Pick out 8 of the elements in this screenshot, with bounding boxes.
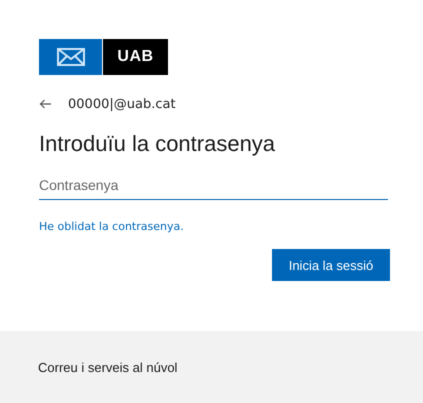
account-email: 00000|@uab.cat [68, 96, 176, 112]
footer-text: Correu i serveis al núvol [38, 360, 178, 374]
back-arrow-icon[interactable] [39, 99, 52, 109]
uab-logo: UAB [103, 39, 168, 75]
envelope-icon [56, 48, 84, 66]
sign-in-button[interactable]: Inicia la sessió [272, 249, 390, 281]
forgot-password-link[interactable]: He oblidat la contrasenya. [39, 220, 184, 233]
page-title: Introduïu la contrasenya [39, 130, 276, 158]
